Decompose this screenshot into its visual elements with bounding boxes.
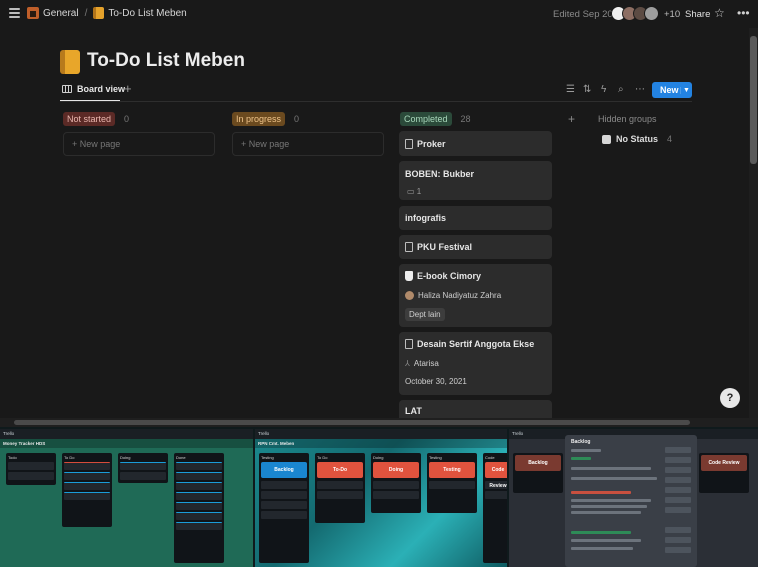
new-button[interactable]: New ▼ xyxy=(652,82,692,98)
list-item: To Do xyxy=(62,453,112,527)
board-card[interactable]: Desain Sertif Anggota Ekse ⅄ Atarisa Octo… xyxy=(399,332,552,395)
window-thumbnail-trello-money-tracker[interactable]: Trello Money Tracker HDS Todo To Do Doin… xyxy=(0,429,253,567)
breadcrumb-general[interactable]: General xyxy=(43,8,79,19)
search-icon[interactable]: ⌕ xyxy=(618,84,624,95)
group-header-in-progress[interactable]: In progress 0 xyxy=(232,112,299,126)
list-item: Doing Doing xyxy=(371,453,421,513)
notebook-icon xyxy=(93,7,105,19)
person-icon: ⅄ xyxy=(405,359,410,368)
page-icon xyxy=(405,242,413,252)
page-icon xyxy=(405,139,413,149)
help-icon[interactable]: ? xyxy=(720,388,740,408)
tab-board-view[interactable]: Board view xyxy=(62,84,125,94)
filter-icon[interactable]: ☰ xyxy=(566,84,575,95)
thumbnail-header: Trello xyxy=(255,429,507,439)
group-count: 0 xyxy=(124,114,130,124)
window-thumbnail-trello-rpn[interactable]: Trello RPN Cmt. Meben Testing Backlog To … xyxy=(255,429,507,567)
tag-badge: Dept lain xyxy=(405,308,445,321)
avatar xyxy=(405,291,414,300)
favorite-star-icon[interactable]: ☆ xyxy=(714,6,725,20)
list-item: Doing xyxy=(118,453,168,483)
status-icon xyxy=(602,134,611,144)
board-card[interactable]: E-book Cimory Haliza Nadiyatuz Zahra Dep… xyxy=(399,264,552,327)
group-header-not-started[interactable]: Not started 0 xyxy=(63,112,129,126)
comment-icon: ▭ xyxy=(407,187,415,196)
board-card[interactable]: PKU Festival xyxy=(399,235,552,259)
card-title: infografis xyxy=(405,213,447,223)
new-page-button[interactable]: + New page xyxy=(63,132,215,156)
assignee-name: Haliza Nadiyatuz Zahra xyxy=(418,291,502,300)
extra-collaborators-count[interactable]: +10 xyxy=(664,9,680,20)
page-title[interactable]: To-Do List Meben xyxy=(87,50,245,72)
window-thumbnail-trello-modal[interactable]: Trello Backlog Code Review Backlog xyxy=(509,429,758,567)
notebook-icon xyxy=(60,50,80,74)
card-title: PKU Festival xyxy=(417,242,473,252)
card-title: BOBEN: Bukber xyxy=(405,169,475,179)
view-bar: Board view + ☰ ⇅ ϟ ⌕ ⋯ New ▼ xyxy=(60,81,692,102)
group-count: 0 xyxy=(294,114,300,124)
page-icon xyxy=(405,339,413,349)
new-page-button[interactable]: + New page xyxy=(232,132,384,156)
status-badge: Not started xyxy=(63,112,116,126)
taskbar-thumbnails: Trello Money Tracker HDS Todo To Do Doin… xyxy=(0,427,758,567)
board-card[interactable]: LAT xyxy=(399,400,552,418)
list-item: To Do To-Do xyxy=(315,453,365,523)
card-date: October 30, 2021 xyxy=(405,377,467,386)
list-item: Testing Backlog xyxy=(259,453,309,563)
divider xyxy=(60,101,692,102)
tab-label: Board view xyxy=(77,84,126,94)
breadcrumb-page[interactable]: To-Do List Meben xyxy=(108,8,186,19)
card-detail-modal[interactable]: Backlog xyxy=(565,435,697,567)
vertical-scrollbar[interactable] xyxy=(749,28,758,418)
group-count: 28 xyxy=(460,114,471,124)
horizontal-scrollbar[interactable] xyxy=(0,418,758,427)
group-header-completed[interactable]: Completed 28 xyxy=(400,112,471,126)
board-card[interactable]: infografis xyxy=(399,206,552,230)
no-status-label: No Status xyxy=(616,134,659,144)
cup-icon xyxy=(405,271,413,281)
automation-lightning-icon[interactable]: ϟ xyxy=(601,84,606,95)
card-title: E-book Cimory xyxy=(417,271,482,281)
board-icon xyxy=(62,85,72,93)
edited-timestamp: Edited Sep 20 xyxy=(553,9,613,20)
new-button-label: New xyxy=(660,85,679,95)
sort-icon[interactable]: ⇅ xyxy=(583,84,591,95)
share-button[interactable]: Share xyxy=(685,9,710,20)
list-item: Done xyxy=(174,453,224,563)
hidden-group-no-status[interactable]: No Status 4 xyxy=(602,134,672,144)
thumbnail-header: Trello xyxy=(0,429,253,439)
home-icon xyxy=(27,7,39,19)
more-view-options-icon[interactable]: ⋯ xyxy=(635,84,645,95)
add-view-icon[interactable]: + xyxy=(124,81,132,96)
breadcrumb: General / To-Do List Meben xyxy=(27,7,187,19)
top-bar: General / To-Do List Meben Edited Sep 20… xyxy=(0,0,758,28)
hidden-groups-label: Hidden groups xyxy=(598,114,657,124)
list-item: Code Review xyxy=(699,453,749,493)
collaborator-avatars[interactable] xyxy=(611,6,659,21)
thumbnail-board-title: Money Tracker HDS xyxy=(0,439,253,448)
status-badge: In progress xyxy=(232,112,286,126)
list-item: Testing Testing xyxy=(427,453,477,513)
card-title: Proker xyxy=(417,139,446,149)
status-badge: Completed xyxy=(400,112,452,126)
list-item: Code Code Review xyxy=(483,453,507,563)
sidebar-toggle-icon[interactable] xyxy=(9,8,20,18)
board-card[interactable]: BOBEN: Bukber ▭ 1 xyxy=(399,161,552,200)
board-card[interactable]: Proker xyxy=(399,131,552,156)
thumbnail-board-title: RPN Cmt. Meben xyxy=(255,439,507,448)
list-item: Backlog xyxy=(513,453,563,493)
group-count: 4 xyxy=(667,134,673,144)
chevron-down-icon[interactable]: ▼ xyxy=(680,86,692,94)
comment-count: ▭ 1 xyxy=(407,187,422,196)
avatar xyxy=(644,6,659,21)
assignee-name: Atarisa xyxy=(413,359,439,368)
card-title: LAT xyxy=(405,406,422,416)
add-group-icon[interactable]: + xyxy=(568,112,575,126)
card-title: Desain Sertif Anggota Ekse xyxy=(417,339,535,349)
more-options-icon[interactable]: ••• xyxy=(737,6,750,20)
modal-title: Backlog xyxy=(571,439,591,445)
list-item: Todo xyxy=(6,453,56,485)
breadcrumb-separator: / xyxy=(84,7,88,19)
